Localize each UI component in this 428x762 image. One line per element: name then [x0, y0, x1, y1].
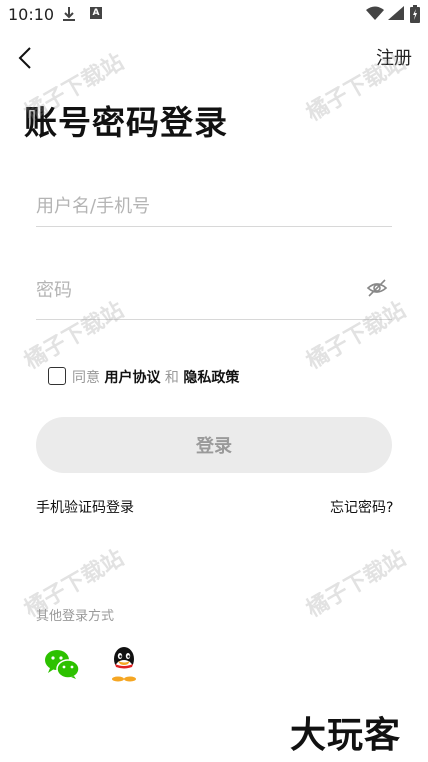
- wifi-icon: [366, 6, 384, 20]
- watermark: 橘子下载站: [302, 545, 411, 623]
- forgot-password-link[interactable]: 忘记密码?: [330, 497, 393, 517]
- page-title: 账号密码登录: [24, 103, 228, 142]
- agreement-text: 同意 用户协议 和 隐私政策: [72, 367, 239, 387]
- username-input[interactable]: [36, 186, 392, 227]
- wechat-icon[interactable]: [44, 648, 80, 680]
- password-input[interactable]: [36, 270, 360, 310]
- brand-logo-text: 大玩客: [290, 715, 402, 756]
- font-app-icon: A: [90, 7, 102, 19]
- battery-icon: [410, 5, 420, 23]
- register-link[interactable]: 注册: [376, 44, 412, 70]
- password-underline: [36, 319, 392, 320]
- other-login-label: 其他登录方式: [36, 609, 115, 624]
- qq-icon[interactable]: [108, 646, 140, 682]
- user-agreement-link[interactable]: 用户协议: [104, 370, 160, 386]
- sms-login-link[interactable]: 手机验证码登录: [36, 497, 134, 517]
- login-button[interactable]: 登录: [36, 417, 392, 473]
- status-bar: 10:10 A: [0, 0, 428, 30]
- agreement-checkbox[interactable]: [48, 367, 66, 385]
- agreement-prefix: 同意: [72, 370, 100, 386]
- signal-icon: [388, 6, 404, 20]
- download-icon: [63, 7, 75, 21]
- back-arrow-icon[interactable]: [14, 44, 38, 72]
- privacy-policy-link[interactable]: 隐私政策: [183, 370, 239, 386]
- agreement-and: 和: [164, 370, 179, 386]
- status-time: 10:10: [8, 5, 55, 24]
- eye-hidden-icon[interactable]: [366, 278, 388, 298]
